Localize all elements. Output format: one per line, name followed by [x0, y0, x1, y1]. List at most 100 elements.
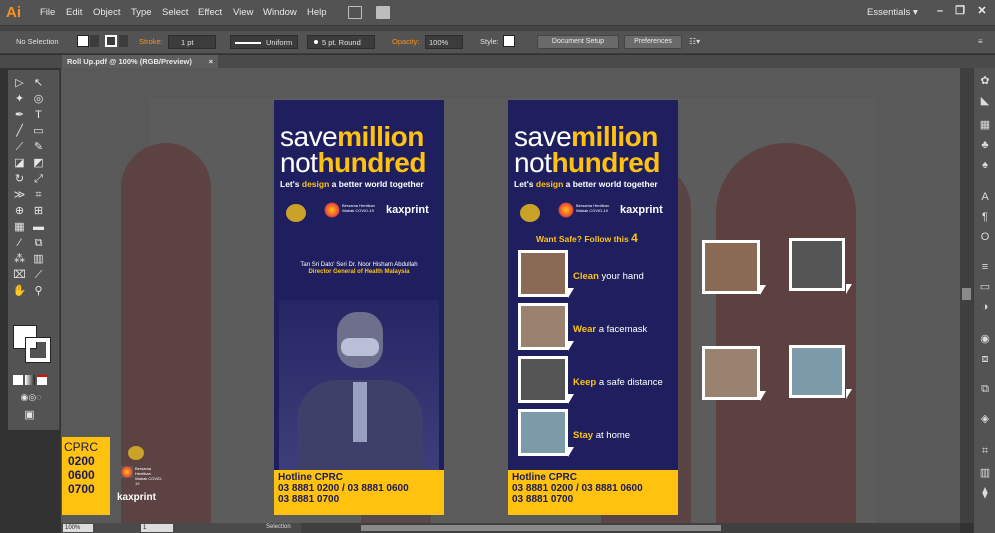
blob-brush-tool-icon[interactable]: ◪: [12, 156, 27, 170]
layers-icon[interactable]: ◈: [977, 412, 993, 426]
color-guide-icon[interactable]: ✿: [977, 74, 993, 88]
tab-close-icon[interactable]: ×: [209, 57, 213, 66]
scale-tool-icon[interactable]: ⤢: [31, 172, 46, 186]
menu-edit[interactable]: Edit: [66, 7, 82, 18]
workspace-switcher[interactable]: Essentials ▾: [867, 7, 918, 18]
brush-definition[interactable]: 5 pt. Round: [307, 35, 375, 49]
pencil-tool-icon[interactable]: ✎: [31, 140, 46, 154]
pathfinder-icon[interactable]: ▥: [977, 466, 993, 480]
color-mode-icon[interactable]: [13, 375, 23, 385]
free-transform-tool-icon[interactable]: ⌗: [31, 188, 46, 202]
covid-logo-icon: [324, 202, 340, 218]
hand-tool-icon[interactable]: ✋: [12, 284, 27, 298]
roll-up-banner-right[interactable]: savemillion nothundred Let's design a be…: [508, 100, 678, 515]
fill-dropdown[interactable]: [90, 35, 99, 47]
brushes-icon[interactable]: ▦: [977, 118, 993, 132]
artboards-icon[interactable]: ⌗: [977, 444, 993, 458]
mesh-tool-icon[interactable]: ▦: [12, 220, 27, 234]
vertical-scroll-thumb[interactable]: [962, 288, 971, 300]
step-image-clean-hands: [518, 250, 568, 297]
character-icon[interactable]: A: [977, 190, 993, 204]
magic-wand-tool-icon[interactable]: ✦: [12, 92, 27, 106]
zoom-tool-icon[interactable]: ⚲: [31, 284, 46, 298]
menu-view[interactable]: View: [233, 7, 253, 18]
variable-width-profile[interactable]: Uniform: [230, 35, 298, 49]
paragraph-icon[interactable]: ¶: [977, 210, 993, 224]
gradient-mode-icon[interactable]: [25, 375, 35, 385]
align-icon[interactable]: ⧈: [977, 352, 993, 366]
minimize-button[interactable]: –: [930, 4, 950, 18]
eraser-tool-icon[interactable]: ◩: [31, 156, 46, 170]
opacity-field[interactable]: 100%: [425, 35, 463, 49]
blend-tool-icon[interactable]: ⧉: [31, 236, 46, 250]
loose-image-distance[interactable]: [789, 238, 845, 291]
direct-selection-tool-icon[interactable]: ↖: [31, 76, 46, 90]
type-tool-icon[interactable]: T: [31, 108, 46, 122]
artboard-tool-icon[interactable]: ⌧: [12, 268, 27, 282]
fill-swatch[interactable]: [77, 35, 89, 47]
menu-window[interactable]: Window: [263, 7, 297, 18]
stroke-swatch[interactable]: [105, 35, 117, 47]
symbols-icon[interactable]: ♣: [977, 138, 993, 152]
loose-image-stay-home[interactable]: [789, 345, 845, 398]
column-graph-tool-icon[interactable]: ▥: [31, 252, 46, 266]
rectangle-tool-icon[interactable]: ▭: [31, 124, 46, 138]
lasso-tool-icon[interactable]: ◎: [31, 92, 46, 106]
preferences-button[interactable]: Preferences: [624, 35, 682, 49]
menu-file[interactable]: File: [40, 7, 55, 18]
hotline-numbers-1: 03 8881 0200 / 03 8881 0600: [278, 483, 409, 494]
paintbrush-tool-icon[interactable]: ⟋: [12, 140, 27, 154]
transform-icon[interactable]: ⧉: [977, 382, 993, 396]
transparency-icon[interactable]: ◑: [977, 300, 993, 314]
menu-object[interactable]: Object: [93, 7, 120, 18]
roll-up-banner-left[interactable]: savemillion nothundred Let's design a be…: [274, 100, 444, 515]
pen-tool-icon[interactable]: ✒: [12, 108, 27, 122]
symbol-sprayer-tool-icon[interactable]: ⁂: [12, 252, 27, 266]
arrange-documents-icon[interactable]: [376, 6, 390, 19]
none-mode-icon[interactable]: [37, 375, 47, 385]
opentype-icon[interactable]: O: [977, 230, 993, 244]
horizontal-scroll-thumb[interactable]: [361, 525, 721, 531]
restore-button[interactable]: ❐: [950, 4, 970, 18]
artboard-number-field[interactable]: 1: [141, 524, 173, 532]
links-icon[interactable]: ⧫: [977, 486, 993, 500]
stroke-color-box[interactable]: [25, 337, 51, 363]
vertical-scrollbar[interactable]: [960, 68, 973, 523]
hotline-block: Hotline CPRC 03 8881 0200 / 03 8881 0600…: [508, 470, 678, 515]
loose-image-hands[interactable]: [702, 240, 760, 294]
line-tool-icon[interactable]: ╱: [12, 124, 27, 138]
stroke-weight-field[interactable]: 1 pt: [168, 35, 216, 49]
eyedropper-tool-icon[interactable]: ⁄: [12, 236, 27, 250]
stroke-label[interactable]: Stroke:: [139, 37, 163, 46]
shape-builder-tool-icon[interactable]: ⊕: [12, 204, 27, 218]
gradient-panel-icon[interactable]: ▭: [977, 280, 993, 294]
side-hotline-card[interactable]: CPRC 0200 0600 0700: [62, 437, 110, 515]
screen-mode-icon[interactable]: ▣: [22, 408, 37, 422]
opacity-label[interactable]: Opacity:: [392, 37, 420, 46]
perspective-grid-tool-icon[interactable]: ⊞: [31, 204, 46, 218]
menu-type[interactable]: Type: [131, 7, 152, 18]
panel-menu-icon[interactable]: ≡: [978, 37, 990, 47]
arrange-icon[interactable]: ☷▾: [689, 37, 709, 47]
loose-image-facemask[interactable]: [702, 346, 760, 400]
stroke-dropdown[interactable]: [119, 35, 128, 47]
selection-tool-icon[interactable]: ▷: [12, 76, 27, 90]
menu-help[interactable]: Help: [307, 7, 327, 18]
graphic-styles-icon[interactable]: ♠: [977, 158, 993, 172]
gradient-tool-icon[interactable]: ▬: [31, 220, 46, 234]
document-setup-button[interactable]: Document Setup: [537, 35, 619, 49]
menu-effect[interactable]: Effect: [198, 7, 222, 18]
width-tool-icon[interactable]: ≫: [12, 188, 27, 202]
zoom-field[interactable]: 100%: [63, 524, 93, 532]
close-button[interactable]: ✕: [972, 4, 992, 18]
stroke-panel-icon[interactable]: ≡: [977, 260, 993, 274]
menu-select[interactable]: Select: [162, 7, 188, 18]
slice-tool-icon[interactable]: ⟋: [31, 268, 46, 282]
bridge-icon[interactable]: [348, 6, 362, 19]
rotate-tool-icon[interactable]: ↻: [12, 172, 27, 186]
swatches-icon[interactable]: ◣: [977, 94, 993, 108]
document-tab[interactable]: Roll Up.pdf @ 100% (RGB/Preview) ×: [62, 55, 218, 68]
graphic-style-swatch[interactable]: [503, 35, 515, 47]
appearance-icon[interactable]: ◉: [977, 332, 993, 346]
draw-mode-icons[interactable]: ◉◎◌: [13, 390, 49, 404]
